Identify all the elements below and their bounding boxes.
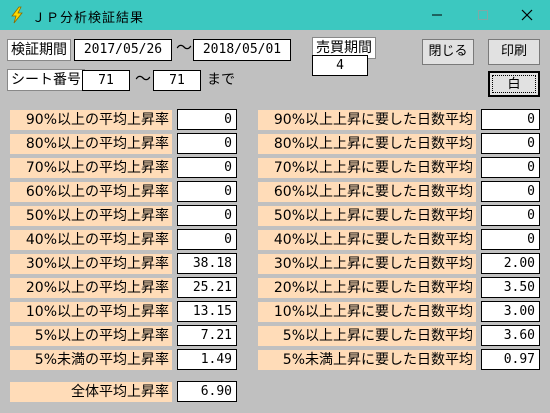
days-average-value[interactable]: 3.60 [481,325,540,346]
rise-rate-value[interactable]: 13.15 [177,301,237,322]
tilde-separator-2: 〜 [135,69,152,88]
rise-rate-label: 5%未満の平均上昇率 [10,350,172,370]
days-average-value[interactable]: 0 [481,157,540,178]
days-average-label: 50%以上上昇に要した日数平均 [258,206,476,226]
rise-rate-value[interactable]: 0 [177,205,237,226]
rise-rate-value[interactable]: 0 [177,133,237,154]
days-average-label: 90%以上上昇に要した日数平均 [258,110,476,130]
days-average-label: 5%未満上昇に要した日数平均 [258,350,476,370]
rise-rate-label: 90%以上の平均上昇率 [10,110,172,130]
days-average-label: 70%以上上昇に要した日数平均 [258,158,476,178]
white-button[interactable]: 白 [488,71,540,97]
rise-rate-label: 10%以上の平均上昇率 [10,302,172,322]
days-average-value[interactable]: 0 [481,205,540,226]
sheet-from-field[interactable]: 71 [82,70,130,91]
days-average-label: 5%以上上昇に要した日数平均 [258,326,476,346]
rise-rate-label: 50%以上の平均上昇率 [10,206,172,226]
title-bar[interactable]: ＪＰ分析検証結果 [0,0,550,30]
made-label: まで [207,72,235,88]
close-window-button[interactable] [504,0,550,30]
sheet-to-field[interactable]: 71 [153,70,201,91]
rise-rate-label: 70%以上の平均上昇率 [10,158,172,178]
rise-rate-label: 30%以上の平均上昇率 [10,254,172,274]
days-average-label: 20%以上上昇に要した日数平均 [258,278,476,298]
days-average-label: 10%以上上昇に要した日数平均 [258,302,476,322]
rise-rate-value[interactable]: 38.18 [177,253,237,274]
days-average-label: 40%以上上昇に要した日数平均 [258,230,476,250]
minimize-icon [432,14,442,16]
rise-rate-label: 80%以上の平均上昇率 [10,134,172,154]
days-average-label: 80%以上上昇に要した日数平均 [258,134,476,154]
rise-rate-value[interactable]: 1.49 [177,349,237,370]
rise-rate-value[interactable]: 0 [177,229,237,250]
days-average-value[interactable]: 0 [481,229,540,250]
rise-rate-label: 5%以上の平均上昇率 [10,326,172,346]
tilde-separator: 〜 [176,38,193,57]
rise-rate-value[interactable]: 25.21 [177,277,237,298]
window-title: ＪＰ分析検証結果 [32,11,145,26]
minimize-button[interactable] [414,0,460,30]
days-average-label: 30%以上上昇に要した日数平均 [258,254,476,274]
days-average-value[interactable]: 0 [481,181,540,202]
end-date-field[interactable]: 2018/05/01 [193,39,291,61]
print-button[interactable]: 印刷 [488,39,540,65]
days-average-value[interactable]: 0 [481,133,540,154]
close-icon [521,9,533,21]
maximize-icon [478,10,488,20]
rise-rate-label: 40%以上の平均上昇率 [10,230,172,250]
total-label: 全体平均上昇率 [10,382,172,402]
days-average-value[interactable]: 0 [481,109,540,130]
days-average-label: 60%以上上昇に要した日数平均 [258,182,476,202]
lightning-icon [11,6,23,24]
days-average-value[interactable]: 0.97 [481,349,540,370]
total-value[interactable]: 6.90 [177,381,237,402]
rise-rate-value[interactable]: 0 [177,181,237,202]
close-button[interactable]: 閉じる [422,39,474,65]
rise-rate-value[interactable]: 0 [177,157,237,178]
rise-rate-value[interactable]: 7.21 [177,325,237,346]
days-average-value[interactable]: 2.00 [481,253,540,274]
days-average-value[interactable]: 3.00 [481,301,540,322]
maximize-button[interactable] [460,0,506,30]
sheet-number-label: シート番号 [7,69,85,91]
rise-rate-label: 20%以上の平均上昇率 [10,278,172,298]
period-label: 検証期間 [7,39,71,61]
start-date-field[interactable]: 2017/05/26 [74,39,172,61]
rise-rate-value[interactable]: 0 [177,109,237,130]
days-average-value[interactable]: 3.50 [481,277,540,298]
rise-rate-label: 60%以上の平均上昇率 [10,182,172,202]
sales-period-field[interactable]: 4 [312,55,368,76]
